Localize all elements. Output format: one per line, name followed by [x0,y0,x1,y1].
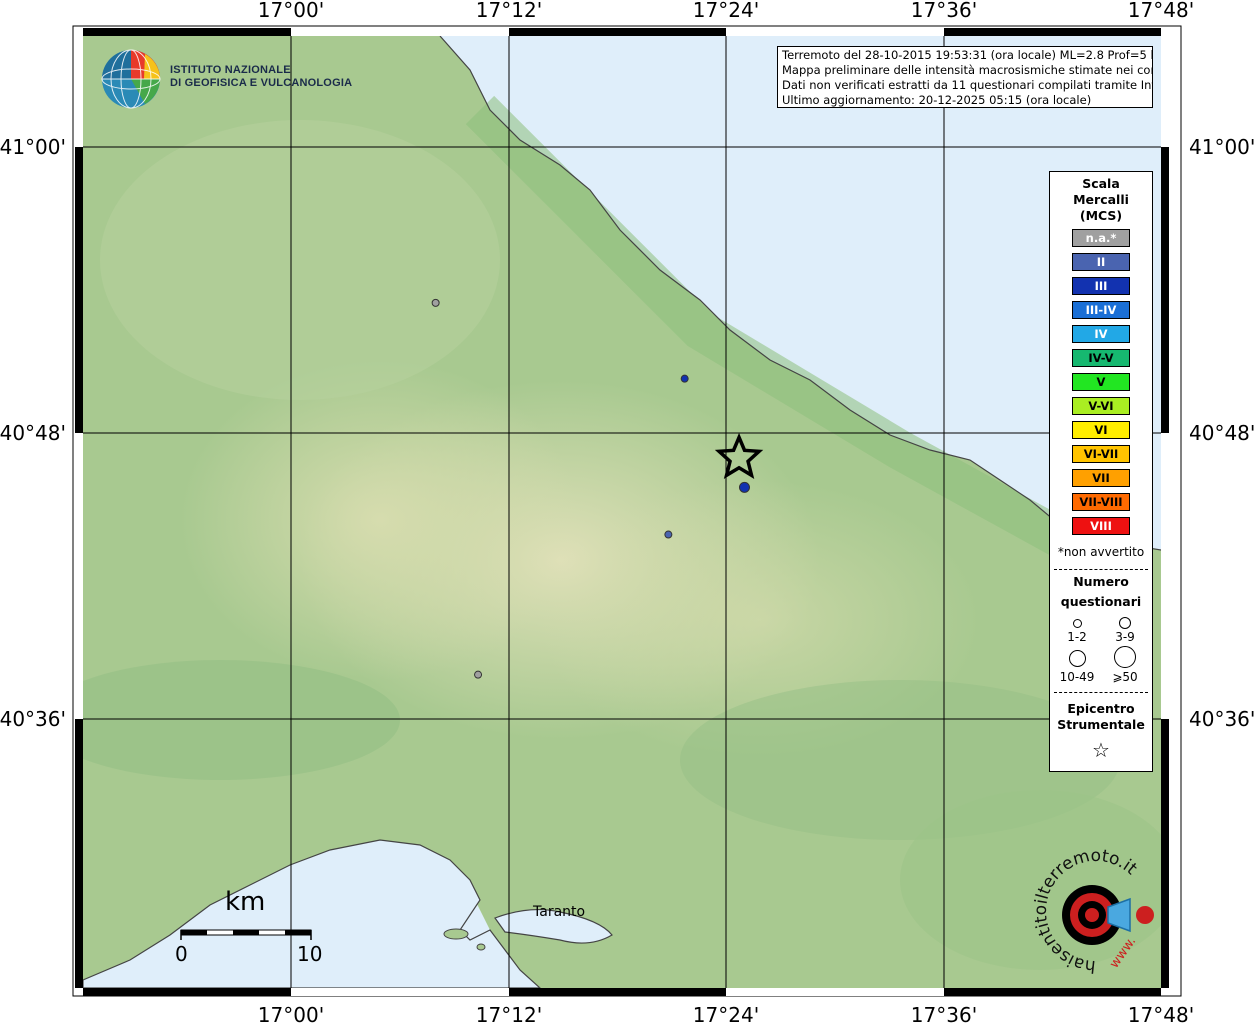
size-circle-large [1069,650,1086,667]
city-label-taranto: Taranto [533,904,586,920]
legend-epi-title-line2: Strumentale [1057,717,1145,732]
ingv-name: ISTITUTO NAZIONALE DI GEOFISICA E VULCAN… [170,64,352,90]
size-label: 10-49 [1059,670,1095,684]
legend-swatch: V-VI [1072,397,1130,415]
lon-label-top: 17°36' [911,0,977,22]
legend-swatch: IV [1072,325,1130,343]
scale-min: 0 [175,942,188,966]
map-description: Mappa preliminare delle intensità macros… [782,63,1153,77]
lon-label-top: 17°00' [258,0,324,22]
legend-swatch: V [1072,373,1130,391]
lat-label-left: 41°00' [0,135,66,159]
legend-swatch: II [1072,253,1130,271]
event-info-box: Terremoto del 28-10-2015 19:53:31 (ora l… [777,46,1153,108]
lon-label-bottom: 17°24' [693,1003,759,1024]
legend-epi-title-line1: Epicentro [1067,701,1135,716]
lon-label-bottom: 17°36' [911,1003,977,1024]
data-note: Dati non verificati estratti da 11 quest… [782,78,1153,92]
legend-swatch: n.a.* [1072,229,1130,247]
lon-label-top: 17°12' [476,0,542,22]
size-label: 1-2 [1067,630,1087,644]
lat-label-left: 40°48' [0,421,66,445]
legend-swatch: VI-VII [1072,445,1130,463]
lon-label-top: 17°48' [1128,0,1194,22]
size-circle-medium [1119,617,1131,629]
legend-swatch: VII [1072,469,1130,487]
event-summary: Terremoto del 28-10-2015 19:53:31 (ora l… [782,48,1153,62]
scale-unit: km [225,887,266,917]
intensity-point[interactable] [680,374,689,383]
legend-separator [1054,569,1148,570]
legend-swatch: VIII [1072,517,1130,535]
lat-label-right: 40°48' [1189,421,1254,445]
legend-separator [1054,692,1148,693]
size-label: 3-9 [1115,630,1135,644]
size-circle-small [1073,619,1082,628]
ingv-name-line1: ISTITUTO NAZIONALE [170,64,291,76]
legend-swatch: III [1072,277,1130,295]
haisentito-prefix: www. [1107,934,1139,971]
epicenter-legend-icon: ☆ [1092,738,1110,762]
intensity-point[interactable] [664,530,673,539]
size-label: ⩾50 [1112,670,1138,684]
legend-title-line2: Mercalli [1073,192,1129,207]
legend-swatch: VI [1072,421,1130,439]
last-update: Ultimo aggiornamento: 20-12-2025 05:15 (… [782,93,1092,107]
legend-count-title-line2: questionari [1060,594,1142,609]
scale-max: 10 [297,942,323,966]
legend-title-line3: (MCS) [1079,208,1123,223]
lon-label-bottom: 17°12' [476,1003,542,1024]
lon-label-bottom: 17°48' [1128,1003,1194,1024]
intensity-point[interactable] [474,670,483,679]
legend-swatch: IV-V [1072,349,1130,367]
legend-na-note: *non avvertito [1057,545,1145,559]
legend-title-line1: Scala [1082,176,1120,191]
size-circle-xlarge [1114,646,1136,668]
intensity-point[interactable] [431,298,440,307]
lon-label-top: 17°24' [693,0,759,22]
intensity-legend: Scala Mercalli (MCS) n.a.* II III III-IV IV I… [1049,171,1153,772]
ingv-name-line2: DI GEOFISICA E VULCANOLOGIA [170,77,353,89]
haisentito-logo[interactable]: haisentitoilterremoto.it www. [1030,845,1162,980]
legend-swatch: III-IV [1072,301,1130,319]
intensity-point[interactable] [738,481,750,493]
lat-label-right: 40°36' [1189,707,1254,731]
lat-label-right: 41°00' [1189,135,1254,159]
lat-label-left: 40°36' [0,707,66,731]
legend-swatch: VII-VIII [1072,493,1130,511]
legend-count-title-line1: Numero [1073,574,1129,589]
lon-label-bottom: 17°00' [258,1003,324,1024]
